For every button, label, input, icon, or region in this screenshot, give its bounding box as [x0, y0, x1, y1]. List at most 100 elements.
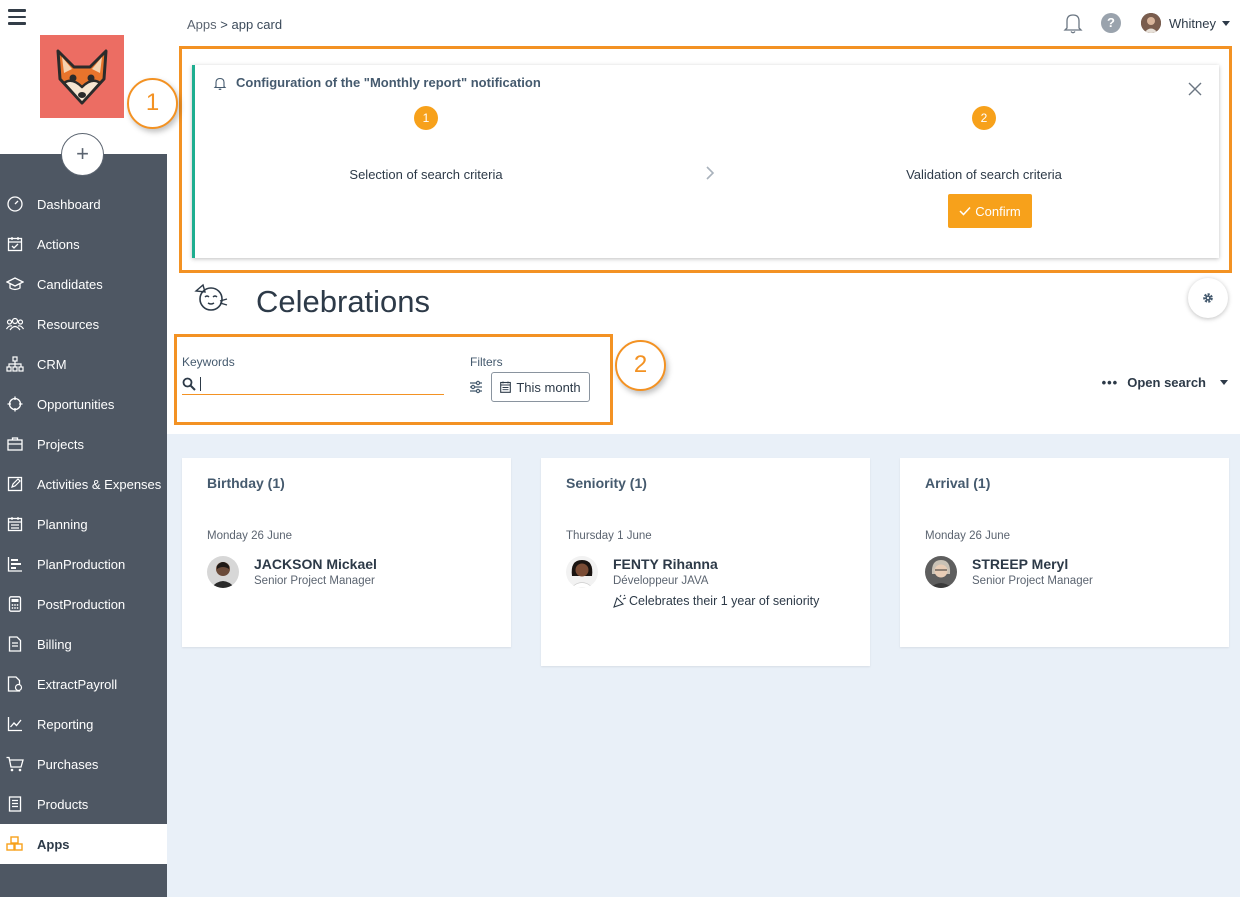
sidebar-item-planning[interactable]: Planning [0, 504, 167, 544]
search-icon [182, 377, 196, 391]
step-1-number: 1 [414, 106, 438, 130]
sidebar-item-extractpayroll[interactable]: ExtractPayroll [0, 664, 167, 704]
more-dots-icon: ••• [1101, 375, 1119, 390]
birthday-card: Birthday (1) Monday 26 June JACKSON Mick… [182, 458, 511, 647]
sidebar-item-actions[interactable]: Actions [0, 224, 167, 264]
chevron-right-icon [706, 166, 715, 180]
close-icon[interactable] [1187, 81, 1203, 97]
bell-icon[interactable] [1063, 12, 1083, 34]
user-avatar[interactable] [1141, 13, 1162, 33]
briefcase-icon [6, 435, 24, 453]
chevron-down-icon[interactable] [1222, 20, 1230, 26]
card-date: Monday 26 June [207, 530, 293, 542]
keywords-input[interactable] [200, 376, 430, 391]
org-chart-icon [6, 355, 24, 373]
card-title: Birthday (1) [207, 475, 285, 491]
gear-icon [1203, 293, 1213, 303]
sidebar-item-dashboard[interactable]: Dashboard [0, 184, 167, 224]
celebrations-cards-area: Birthday (1) Monday 26 June JACKSON Mick… [167, 434, 1240, 897]
sidebar-item-label: Purchases [37, 756, 99, 772]
sliders-icon[interactable] [469, 380, 483, 394]
sidebar-item-crm[interactable]: CRM [0, 344, 167, 384]
avatar[interactable] [207, 556, 239, 588]
bars-icon [6, 555, 24, 573]
person-name[interactable]: JACKSON Mickael [254, 556, 377, 572]
calendar-check-icon [6, 235, 24, 253]
menu-icon[interactable] [8, 9, 26, 25]
users-icon [6, 315, 24, 333]
cart-icon [6, 755, 24, 773]
calculator-icon [6, 595, 24, 613]
party-popper-icon [613, 594, 627, 608]
open-search-button[interactable]: ••• Open search [1102, 375, 1228, 390]
keywords-field[interactable] [182, 373, 444, 395]
notification-title-text: Configuration of the "Monthly report" no… [236, 75, 541, 90]
callout-1: 1 [127, 78, 178, 129]
graduation-cap-icon [6, 275, 24, 293]
avatar[interactable] [925, 556, 957, 588]
sidebar-item-purchases[interactable]: Purchases [0, 744, 167, 784]
payroll-doc-icon [6, 675, 24, 693]
sidebar: + Dashboard Actions Candidates Resources… [0, 0, 167, 897]
settings-button[interactable] [1188, 278, 1228, 318]
sidebar-item-activities-expenses[interactable]: Activities & Expenses [0, 464, 167, 504]
calendar-icon [500, 381, 512, 393]
person-name[interactable]: STREEP Meryl [972, 556, 1068, 572]
sidebar-item-resources[interactable]: Resources [0, 304, 167, 344]
person-role: Développeur JAVA [613, 575, 709, 587]
sidebar-item-planproduction[interactable]: PlanProduction [0, 544, 167, 584]
topbar-actions: ? Whitney [1063, 12, 1230, 34]
seniority-card: Seniority (1) Thursday 1 June FENTY Riha… [541, 458, 870, 666]
user-name[interactable]: Whitney [1169, 16, 1216, 31]
step-2-label: Validation of search criteria [906, 167, 1062, 182]
target-icon [6, 395, 24, 413]
sidebar-item-projects[interactable]: Projects [0, 424, 167, 464]
sidebar-item-postproduction[interactable]: PostProduction [0, 584, 167, 624]
sidebar-item-label: CRM [37, 356, 67, 372]
sidebar-header [0, 0, 167, 154]
sidebar-item-label: Candidates [37, 276, 103, 292]
confirm-label: Confirm [975, 203, 1021, 219]
edit-icon [6, 475, 24, 493]
sidebar-item-label: PlanProduction [37, 556, 126, 572]
confirm-button[interactable]: Confirm [948, 194, 1032, 228]
breadcrumb-apps-link[interactable]: Apps [187, 17, 217, 32]
step-1-label: Selection of search criteria [349, 167, 503, 182]
sidebar-item-label: Reporting [37, 716, 94, 732]
check-icon [959, 206, 971, 216]
sidebar-item-opportunities[interactable]: Opportunities [0, 384, 167, 424]
sidebar-item-label: Actions [37, 236, 80, 252]
sidebar-nav: Dashboard Actions Candidates Resources C… [0, 184, 167, 864]
sidebar-item-candidates[interactable]: Candidates [0, 264, 167, 304]
sidebar-item-label: Apps [37, 836, 70, 852]
notification-config-panel: Configuration of the "Monthly report" no… [192, 65, 1219, 258]
sidebar-item-label: ExtractPayroll [37, 676, 118, 692]
seniority-note-text: Celebrates their 1 year of seniority [629, 594, 820, 608]
sidebar-item-reporting[interactable]: Reporting [0, 704, 167, 744]
avatar[interactable] [566, 556, 598, 588]
add-button[interactable]: + [61, 133, 104, 176]
person-name[interactable]: FENTY Rihanna [613, 556, 718, 572]
person-role: Senior Project Manager [254, 575, 375, 587]
page-title: Celebrations [256, 284, 431, 319]
party-face-icon [194, 283, 228, 311]
help-icon[interactable]: ? [1101, 13, 1122, 33]
card-date: Monday 26 June [925, 530, 1011, 542]
sidebar-item-products[interactable]: Products [0, 784, 167, 824]
calendar-icon [6, 515, 24, 533]
dashboard-gauge-icon [6, 195, 24, 213]
sidebar-item-label: Opportunities [37, 396, 115, 412]
sidebar-item-label: Projects [37, 436, 84, 452]
fox-logo[interactable] [40, 35, 124, 118]
arrival-card: Arrival (1) Monday 26 June STREEP Meryl … [900, 458, 1229, 647]
chevron-down-icon [1220, 380, 1228, 385]
sidebar-item-billing[interactable]: Billing [0, 624, 167, 664]
sidebar-item-label: Products [37, 796, 89, 812]
person-role: Senior Project Manager [972, 575, 1093, 587]
period-filter-button[interactable]: This month [491, 372, 590, 402]
sidebar-item-apps[interactable]: Apps [0, 824, 167, 864]
sidebar-item-label: Planning [37, 516, 88, 532]
line-chart-icon [6, 715, 24, 733]
bell-icon [213, 77, 227, 90]
breadcrumb: Apps > app card [187, 17, 282, 32]
